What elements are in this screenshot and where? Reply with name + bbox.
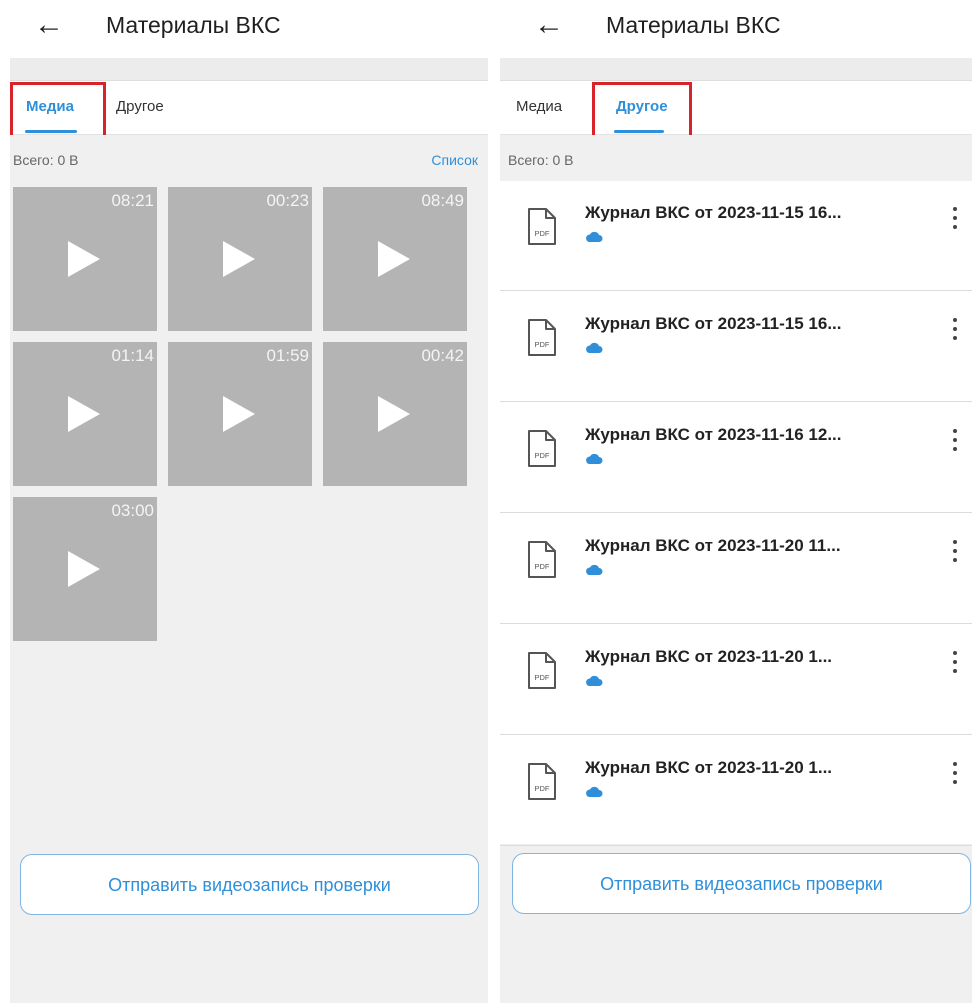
video-thumbnail[interactable]: 08:21 bbox=[13, 187, 157, 331]
video-thumbnail[interactable]: 08:49 bbox=[323, 187, 467, 331]
pdf-file-icon: PDF bbox=[528, 430, 556, 467]
cloud-icon bbox=[586, 231, 603, 242]
more-vert-icon[interactable] bbox=[952, 429, 958, 455]
play-icon bbox=[223, 396, 255, 432]
cloud-icon bbox=[586, 564, 603, 575]
pdf-icon-label: PDF bbox=[535, 451, 550, 460]
play-icon bbox=[68, 396, 100, 432]
send-video-button[interactable]: Отправить видеозапись проверки bbox=[512, 853, 971, 914]
other-screen: ← Материалы ВКС Медиа Другое 3 Всего: 0 … bbox=[500, 0, 972, 1003]
media-screen: ← Материалы ВКС Медиа Другое 2 Всего: 0 … bbox=[0, 0, 488, 1003]
pdf-icon-label: PDF bbox=[535, 229, 550, 238]
play-icon bbox=[68, 241, 100, 277]
video-thumbnail[interactable]: 00:23 bbox=[168, 187, 312, 331]
file-list-item[interactable]: PDF Журнал ВКС от 2023-11-15 16... bbox=[500, 292, 972, 402]
pdf-file-icon: PDF bbox=[528, 208, 556, 245]
play-icon bbox=[223, 241, 255, 277]
page-title: Материалы ВКС bbox=[106, 12, 281, 38]
file-name: Журнал ВКС от 2023-11-15 16... bbox=[585, 203, 842, 222]
video-duration: 08:21 bbox=[111, 191, 154, 210]
file-list-item[interactable]: PDF Журнал ВКС от 2023-11-16 12... bbox=[500, 403, 972, 513]
total-size-label: Всего: 0 В bbox=[13, 152, 79, 168]
file-list-item[interactable]: PDF Журнал ВКС от 2023-11-15 16... bbox=[500, 181, 972, 291]
video-duration: 00:23 bbox=[266, 191, 309, 210]
arrow-left-icon[interactable]: ← bbox=[34, 8, 64, 42]
files-content: Всего: 0 В PDF Журнал ВКС от 2023-11-15 1… bbox=[500, 135, 972, 1003]
pdf-file-icon: PDF bbox=[528, 763, 556, 800]
cloud-icon bbox=[586, 786, 603, 797]
cloud-icon bbox=[586, 453, 603, 464]
annotation-highlight bbox=[10, 82, 106, 143]
file-name: Журнал ВКС от 2023-11-20 1... bbox=[585, 647, 833, 666]
pdf-icon-label: PDF bbox=[535, 784, 550, 793]
file-name: Журнал ВКС от 2023-11-20 1... bbox=[585, 758, 833, 777]
separator bbox=[500, 58, 972, 81]
video-thumbnail[interactable]: 03:00 bbox=[13, 497, 157, 641]
tab-other[interactable]: Другое bbox=[116, 98, 164, 115]
pdf-file-icon: PDF bbox=[528, 541, 556, 578]
play-icon bbox=[68, 551, 100, 587]
cloud-icon bbox=[586, 675, 603, 686]
play-icon bbox=[378, 396, 410, 432]
file-name: Журнал ВКС от 2023-11-16 12... bbox=[585, 425, 842, 444]
more-vert-icon[interactable] bbox=[952, 207, 958, 233]
file-name: Журнал ВКС от 2023-11-15 16... bbox=[585, 314, 842, 333]
file-name: Журнал ВКС от 2023-11-20 11... bbox=[585, 536, 841, 555]
play-icon bbox=[378, 241, 410, 277]
video-duration: 08:49 bbox=[421, 191, 464, 210]
cloud-icon bbox=[586, 342, 603, 353]
video-thumbnail[interactable]: 01:14 bbox=[13, 342, 157, 486]
media-content: Всего: 0 В Список 08:21 00:23 08:49 01:14 01… bbox=[10, 135, 488, 1003]
pdf-file-icon: PDF bbox=[528, 319, 556, 356]
video-thumbnail[interactable]: 00:42 bbox=[323, 342, 467, 486]
tab-media[interactable]: Медиа bbox=[516, 98, 562, 115]
video-duration: 01:59 bbox=[266, 346, 309, 365]
video-duration: 00:42 bbox=[421, 346, 464, 365]
page-title: Материалы ВКС bbox=[606, 12, 781, 38]
send-video-button[interactable]: Отправить видеозапись проверки bbox=[20, 854, 479, 915]
app-bar: ← Материалы ВКС bbox=[500, 0, 972, 58]
file-list-item[interactable]: PDF Журнал ВКС от 2023-11-20 1... bbox=[500, 625, 972, 735]
total-size-label: Всего: 0 В bbox=[508, 152, 574, 168]
file-list-item[interactable]: PDF Журнал ВКС от 2023-11-20 11... bbox=[500, 514, 972, 624]
pdf-icon-label: PDF bbox=[535, 340, 550, 349]
more-vert-icon[interactable] bbox=[952, 318, 958, 344]
arrow-left-icon[interactable]: ← bbox=[534, 8, 564, 42]
pdf-icon-label: PDF bbox=[535, 562, 550, 571]
video-duration: 03:00 bbox=[111, 501, 154, 520]
video-duration: 01:14 bbox=[111, 346, 154, 365]
video-thumbnail[interactable]: 01:59 bbox=[168, 342, 312, 486]
more-vert-icon[interactable] bbox=[952, 762, 958, 788]
list-view-link[interactable]: Список bbox=[431, 152, 478, 168]
more-vert-icon[interactable] bbox=[952, 540, 958, 566]
pdf-file-icon: PDF bbox=[528, 652, 556, 689]
file-list: PDF Журнал ВКС от 2023-11-15 16... PDF Журн… bbox=[500, 181, 972, 846]
separator bbox=[10, 58, 488, 81]
app-bar: ← Материалы ВКС bbox=[0, 0, 488, 58]
more-vert-icon[interactable] bbox=[952, 651, 958, 677]
pdf-icon-label: PDF bbox=[535, 673, 550, 682]
file-list-item[interactable]: PDF Журнал ВКС от 2023-11-20 1... bbox=[500, 736, 972, 846]
tab-bar: Медиа Другое bbox=[500, 81, 972, 135]
